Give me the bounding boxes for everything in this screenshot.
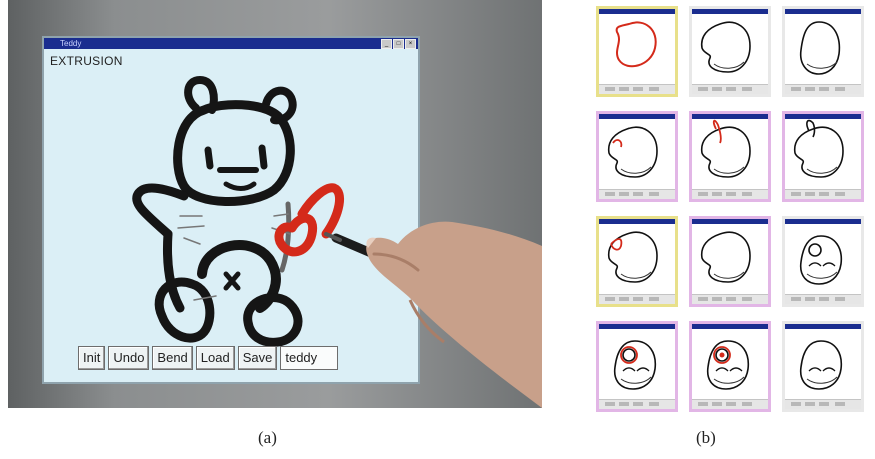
sketch-thumbnail <box>782 6 864 97</box>
sketch-outline <box>700 231 751 283</box>
sketch-outline <box>615 21 657 68</box>
thumbnail-sketch <box>607 231 658 283</box>
eye-stroke <box>808 243 822 257</box>
shading-stroke <box>713 271 745 279</box>
thumbnail-toolbar <box>692 84 768 94</box>
thumbnail-toolbar <box>692 294 768 304</box>
red-stroke <box>612 139 623 148</box>
sketch-thumbnail <box>689 321 771 412</box>
thumbnail-toolbar <box>599 84 675 94</box>
sketch-sequence-grid <box>596 6 864 418</box>
sketch-outline <box>706 340 750 390</box>
thumbnail-toolbar <box>599 399 675 409</box>
sketch-outline <box>799 235 843 285</box>
thumbnail-sketch <box>700 119 751 178</box>
thumbnail-toolbar <box>785 189 861 199</box>
smile-stroke <box>715 367 743 372</box>
thumbnail-toolbar <box>599 189 675 199</box>
sketch-outline <box>700 21 751 73</box>
caption-b: (b) <box>696 428 716 447</box>
thumbnail-sketch <box>799 235 843 285</box>
red-stroke <box>610 238 623 251</box>
sketch-outline <box>799 21 841 75</box>
thumbnail-toolbar <box>785 84 861 94</box>
caption-a: (a) <box>258 428 277 447</box>
thumbnail-sketch <box>700 231 751 283</box>
thumbnail-sketch <box>799 340 843 390</box>
hand-icon <box>366 221 542 408</box>
eye-stroke <box>622 348 636 362</box>
sketch-thumbnail <box>596 6 678 97</box>
sketch-thumbnail <box>689 216 771 307</box>
photo-panel-a: Teddy _ □ × EXTRUSION Init Undo Bend Loa… <box>8 0 542 408</box>
smile-stroke <box>808 367 836 372</box>
shading-stroke <box>806 271 838 279</box>
shading-stroke <box>806 166 838 174</box>
thumbnail-toolbar <box>785 399 861 409</box>
thumbnail-sketch <box>613 340 657 390</box>
shading-stroke <box>620 271 652 279</box>
thumbnail-toolbar <box>692 399 768 409</box>
sketch-outline <box>607 126 658 178</box>
sketch-thumbnail <box>596 216 678 307</box>
shading-stroke <box>620 376 652 384</box>
sketch-outline <box>799 340 843 390</box>
sketch-thumbnail <box>596 111 678 202</box>
sketch-outline <box>793 126 844 178</box>
shading-stroke <box>806 376 838 384</box>
thumbnail-sketch <box>615 21 657 68</box>
thumbnail-sketch <box>706 340 750 390</box>
thumbnail-sketch <box>700 21 751 73</box>
hand-overlay <box>324 221 542 408</box>
smile-stroke <box>808 262 836 267</box>
thumbnail-sketch <box>793 119 844 178</box>
sketch-thumbnail <box>782 216 864 307</box>
sketch-thumbnail <box>782 321 864 412</box>
sketch-thumbnail <box>689 111 771 202</box>
smile-stroke <box>622 367 650 372</box>
shading-stroke <box>713 376 745 384</box>
thumbnail-sketch <box>607 126 658 178</box>
sketch-thumbnail <box>782 111 864 202</box>
thumbnail-sketch <box>799 21 841 75</box>
sketch-thumbnail <box>596 321 678 412</box>
sketch-outline <box>613 340 657 390</box>
shading-stroke <box>713 166 745 174</box>
thumbnail-toolbar <box>599 294 675 304</box>
thumbnail-toolbar <box>785 294 861 304</box>
thumbnail-toolbar <box>692 189 768 199</box>
shading-stroke <box>620 166 652 174</box>
shading-stroke <box>713 61 745 69</box>
sketch-thumbnail <box>689 6 771 97</box>
pupil-dot <box>719 352 725 358</box>
sketch-outline <box>700 126 751 178</box>
